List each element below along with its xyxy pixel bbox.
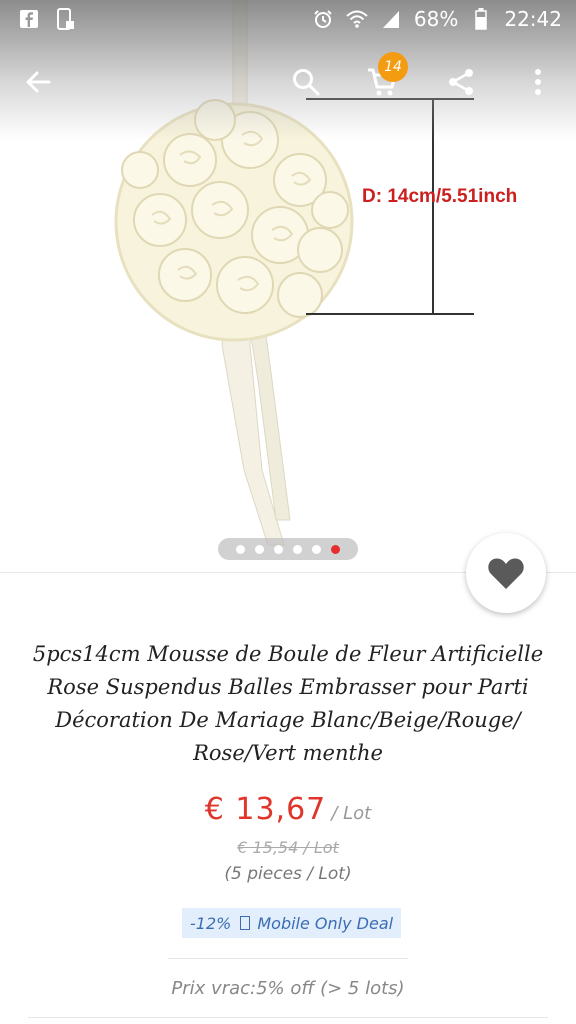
pager-dot[interactable] [274,544,283,554]
search-button[interactable] [282,58,330,106]
facebook-icon [18,8,40,30]
search-icon [293,69,320,96]
dimension-label: D: 14cm/5.51inch [362,186,518,207]
heart-icon [488,558,524,589]
original-price: € 15,54 / Lot [237,838,339,857]
bulk-price-info[interactable]: Prix vrac:5% off (> 5 lots) [0,978,576,999]
deal-text: Mobile Only Deal [257,913,394,933]
clock: 22:42 [504,7,562,31]
more-vert-icon [535,69,541,95]
alarm-icon [312,8,334,30]
divider [168,958,408,959]
share-icon [449,69,473,95]
battery-icon [470,8,492,30]
divider [28,1017,548,1018]
current-price: € 13,67 [204,792,327,827]
pager-dot[interactable] [255,544,264,554]
pieces-per-lot: (5 pieces / Lot) [224,864,352,884]
price-unit: / Lot [331,803,372,824]
more-options-button[interactable] [514,58,562,106]
mobile-deal-badge[interactable]: -12% Mobile Only Deal [182,908,402,938]
pager-dot[interactable] [293,544,302,554]
back-button[interactable] [14,58,62,106]
product-title: 5pcs14cm Mousse de Boule de Fleur Artifi… [32,642,544,765]
pager-dot[interactable] [312,544,321,554]
cart-count-badge: 14 [378,52,408,82]
price-row: € 13,67 / Lot [0,792,576,827]
mobile-phone-icon [240,916,251,930]
battery-percent: 68% [413,7,459,31]
pager-dot-active[interactable] [331,544,340,554]
app-bar: 14 [0,50,576,114]
screenshot-icon [54,8,76,30]
cart-button[interactable]: 14 [358,52,408,106]
back-arrow-icon [26,71,51,93]
image-pager[interactable] [218,538,358,560]
signal-icon [380,8,402,30]
wishlist-button[interactable] [466,533,546,613]
pager-dot[interactable] [236,544,245,554]
wifi-icon [346,8,368,30]
deal-percent: -12% [190,913,232,933]
status-bar: 68% 22:42 [0,0,576,38]
share-button[interactable] [437,58,485,106]
